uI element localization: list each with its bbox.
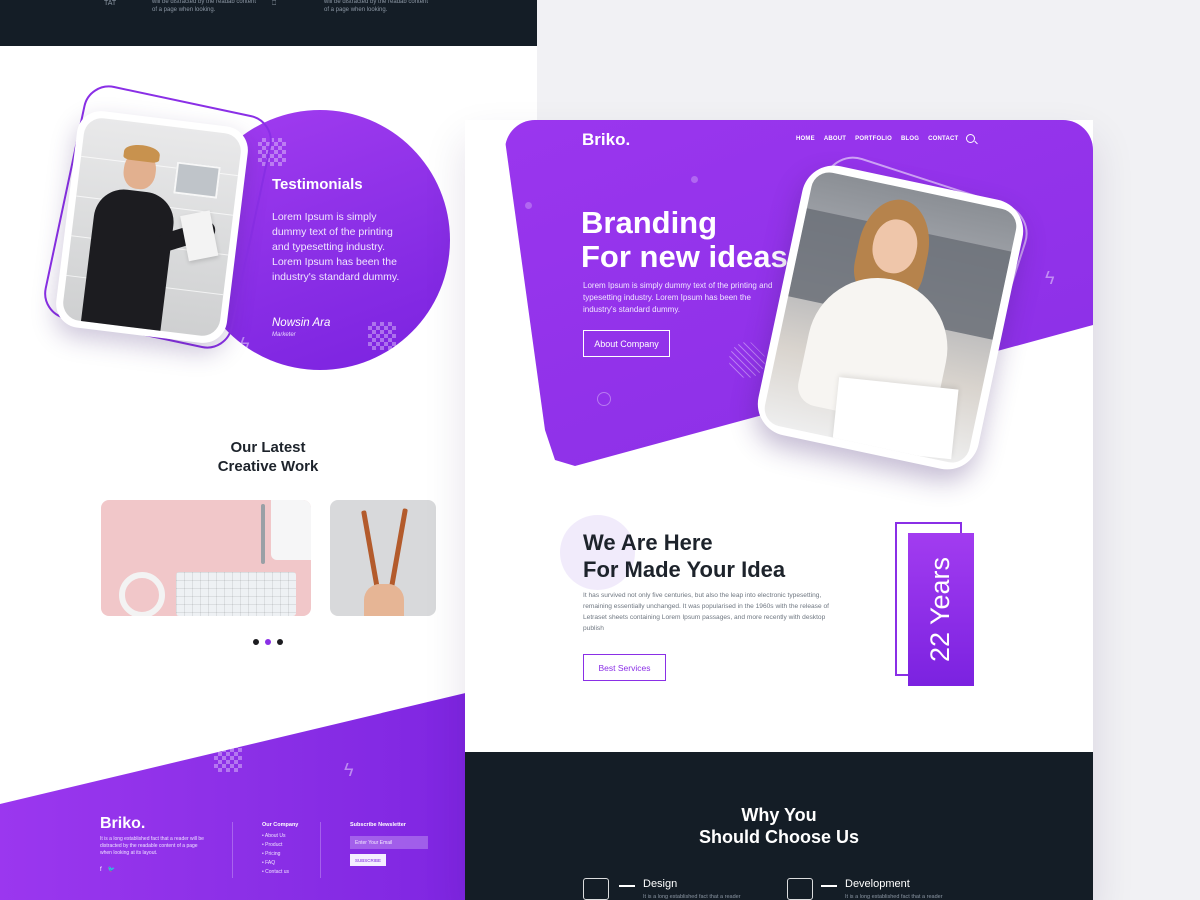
nav-portfolio[interactable]: PORTFOLIO bbox=[855, 136, 892, 142]
testimonial-author-role: Marketer bbox=[272, 332, 296, 338]
hero-title-line1: Branding bbox=[581, 205, 718, 240]
man-photo bbox=[61, 116, 243, 338]
zigzag-decoration: ϟ bbox=[240, 334, 250, 354]
facebook-icon[interactable]: f bbox=[100, 867, 108, 873]
carousel-dots bbox=[253, 639, 283, 645]
checker-pattern bbox=[214, 744, 242, 772]
document-code-icon bbox=[787, 878, 813, 900]
footer-link[interactable]: • Product bbox=[262, 841, 289, 850]
main-nav: HOME ABOUT PORTFOLIO BLOG CONTACT bbox=[796, 136, 958, 142]
brand-logo[interactable]: Briko. bbox=[582, 130, 630, 150]
woman-photo bbox=[761, 169, 1020, 466]
about-company-button[interactable]: About Company bbox=[583, 330, 670, 357]
zigzag-decoration: ϟ bbox=[344, 760, 354, 780]
work-card-brushes[interactable] bbox=[330, 500, 436, 616]
footer-company-heading: Our Company bbox=[262, 822, 299, 828]
newsletter-heading: Subscribe Newsletter bbox=[350, 822, 406, 828]
testimonial-heading: Testimonials bbox=[272, 176, 363, 193]
latest-work-heading-line1: Our Latest bbox=[230, 439, 306, 456]
footer-link[interactable]: • About Us bbox=[262, 832, 289, 841]
zigzag-decoration: ϟ bbox=[1045, 268, 1055, 288]
topbar-text-2: will be distracted by the readab content… bbox=[324, 0, 429, 13]
stripe-decoration bbox=[729, 342, 765, 378]
carousel-dot[interactable] bbox=[277, 639, 283, 645]
chart-growth-icon bbox=[583, 878, 609, 900]
work-card-keyboard[interactable] bbox=[101, 500, 311, 616]
nav-about[interactable]: ABOUT bbox=[824, 136, 846, 142]
checker-pattern bbox=[469, 132, 497, 160]
years-badge-text: 22 Years bbox=[908, 533, 974, 686]
latest-work-heading: Our Latest Creative Work bbox=[168, 438, 368, 476]
right-page-preview: ϟ Briko. HOME ABOUT PORTFOLIO BLOG CONTA… bbox=[465, 120, 1093, 900]
decor-dot bbox=[691, 176, 698, 183]
about-body: It has survived not only five centuries,… bbox=[583, 592, 829, 632]
why-heading-line1: Why You bbox=[741, 805, 817, 825]
topbar-icon-2: ⎕ bbox=[272, 0, 277, 7]
feature-title-development: Development bbox=[845, 878, 910, 890]
carousel-dot-active[interactable] bbox=[265, 639, 271, 645]
why-heading-line2: Should Choose Us bbox=[698, 827, 859, 847]
decor-circle bbox=[465, 316, 483, 344]
years-label: 22 Years bbox=[925, 556, 956, 663]
footer-link[interactable]: • Pricing bbox=[262, 850, 289, 859]
carousel-dot[interactable] bbox=[253, 639, 259, 645]
subscribe-button[interactable]: SUBSCRIBE bbox=[350, 854, 386, 866]
search-icon[interactable] bbox=[966, 134, 975, 143]
about-heading: We Are Here For Made Your Idea bbox=[583, 529, 785, 583]
left-page-preview: TAT will be distracted by the readab con… bbox=[0, 0, 537, 900]
about-heading-line2: For Made Your Idea bbox=[583, 557, 786, 582]
best-services-button[interactable]: Best Services bbox=[583, 654, 666, 681]
hero-title: Branding For new ideas bbox=[581, 206, 788, 274]
testimonial-quote: Lorem Ipsum is simply dummy text of the … bbox=[272, 211, 400, 283]
footer-logo[interactable]: Briko. bbox=[100, 815, 145, 833]
about-heading-line1: We Are Here bbox=[583, 530, 713, 555]
footer-divider bbox=[320, 822, 321, 878]
latest-work-heading-line2: Creative Work bbox=[217, 458, 319, 475]
footer-divider bbox=[232, 822, 233, 878]
footer-social-icons: f🐦 bbox=[100, 866, 121, 873]
decor-dot bbox=[525, 202, 532, 209]
topbar-text-1: will be distracted by the readab content… bbox=[152, 0, 257, 13]
feature-desc-design: It is a long established fact that a rea… bbox=[643, 894, 741, 900]
hero-description: Lorem Ipsum is simply dummy text of the … bbox=[583, 281, 773, 314]
feature-dash bbox=[821, 885, 837, 887]
footer-company-links: • About Us • Product • Pricing • FAQ • C… bbox=[262, 832, 289, 877]
nav-blog[interactable]: BLOG bbox=[901, 136, 919, 142]
hero-title-line2: For new ideas bbox=[581, 239, 788, 274]
nav-home[interactable]: HOME bbox=[796, 136, 815, 142]
footer-about-text: It is a long established fact that a rea… bbox=[100, 836, 204, 856]
feature-desc-development: It is a long established fact that a rea… bbox=[845, 894, 943, 900]
twitter-icon[interactable]: 🐦 bbox=[108, 867, 121, 873]
footer-link[interactable]: • FAQ bbox=[262, 859, 289, 868]
feature-dash bbox=[619, 885, 635, 887]
why-choose-heading: Why You Should Choose Us bbox=[679, 804, 879, 848]
decor-circle bbox=[597, 392, 611, 406]
dark-topbar: TAT will be distracted by the readab con… bbox=[0, 0, 537, 46]
newsletter-email-input[interactable] bbox=[350, 836, 428, 849]
feature-title-design: Design bbox=[643, 878, 678, 890]
testimonial-photo bbox=[53, 108, 251, 346]
checker-pattern bbox=[368, 322, 396, 350]
testimonial-author: Nowsin Ara bbox=[272, 317, 331, 329]
nav-contact[interactable]: CONTACT bbox=[928, 136, 958, 142]
footer-link[interactable]: • Contact us bbox=[262, 868, 289, 877]
topbar-icon-1: TAT bbox=[104, 0, 117, 7]
